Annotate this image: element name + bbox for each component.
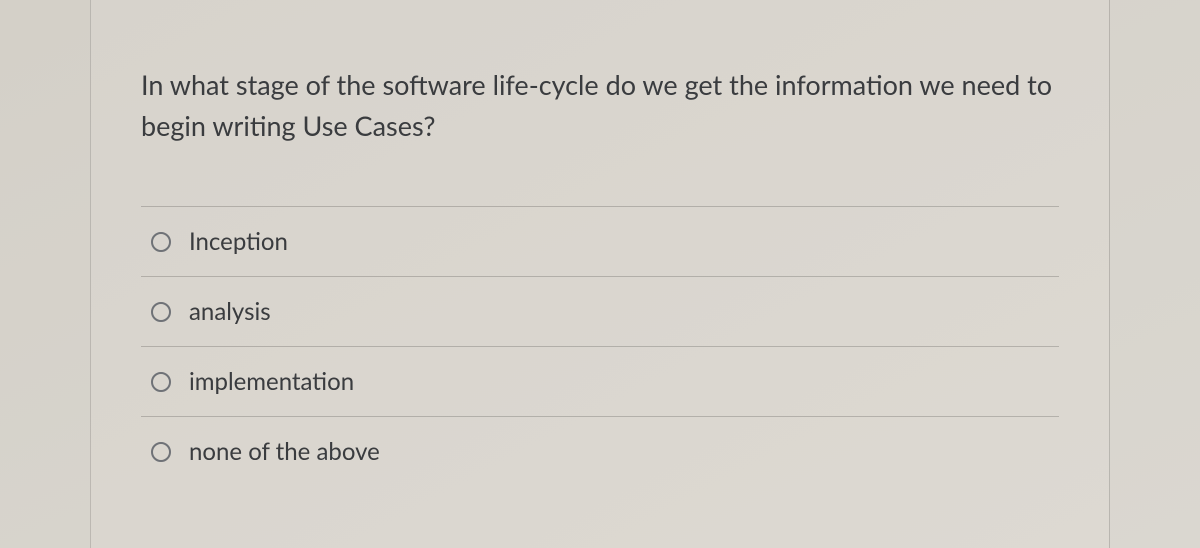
radio-icon[interactable] [151,372,171,392]
option-label: Inception [189,227,288,256]
question-container: In what stage of the software life-cycle… [90,0,1110,548]
option-label: analysis [189,297,271,326]
option-label: none of the above [189,437,380,466]
option-row[interactable]: analysis [141,276,1059,346]
radio-icon[interactable] [151,302,171,322]
radio-icon[interactable] [151,232,171,252]
option-row[interactable]: implementation [141,346,1059,416]
option-label: implementation [189,367,354,396]
options-list: Inception analysis implementation none o… [141,206,1059,486]
question-text: In what stage of the software life-cycle… [141,65,1059,146]
radio-icon[interactable] [151,442,171,462]
option-row[interactable]: none of the above [141,416,1059,486]
option-row[interactable]: Inception [141,206,1059,276]
